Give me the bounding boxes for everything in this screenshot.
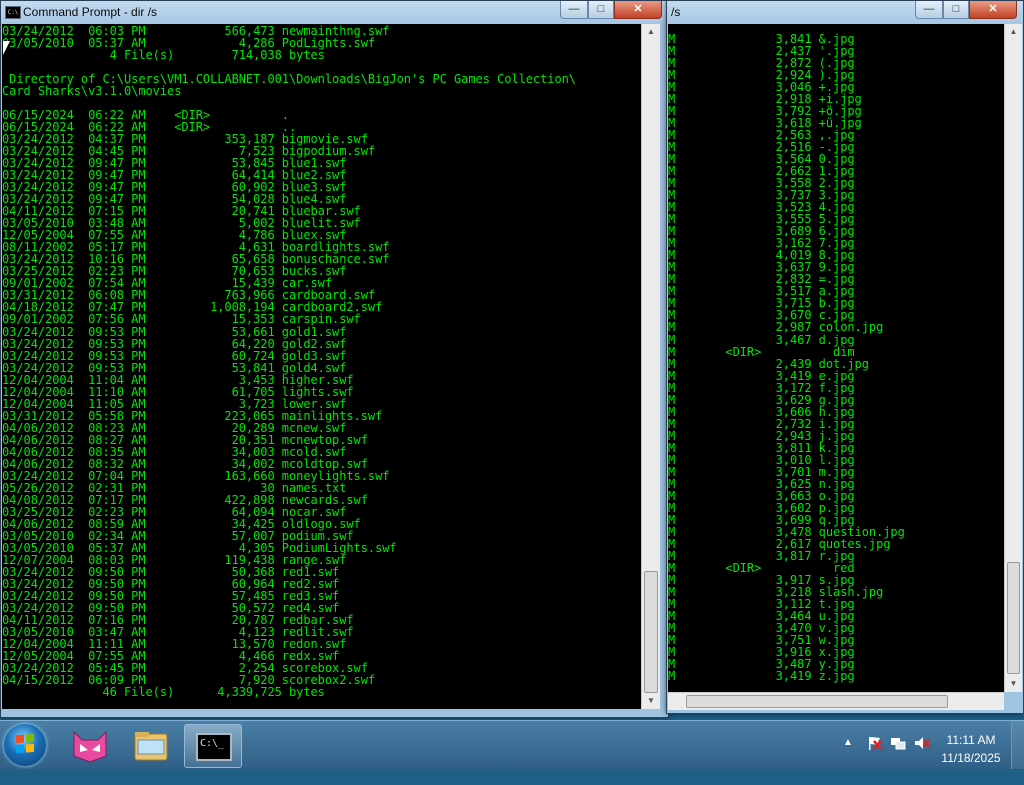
volume-muted-icon[interactable] [914, 735, 930, 751]
vertical-scrollbar[interactable]: ▲ ▼ [641, 24, 660, 709]
folder-icon [134, 732, 168, 761]
console-line: 12/04/2004 11:04 AM 3,453 higher.swf [2, 372, 354, 387]
scrollbar-thumb[interactable] [686, 695, 948, 708]
console-line: 03/25/2012 02:23 PM 64,094 nocar.swf [2, 504, 347, 519]
show-desktop-button[interactable] [1011, 721, 1024, 769]
console-line: M 3,602 p.jpg [668, 500, 855, 515]
console-line: 03/31/2012 05:58 PM 223,065 mainlights.s… [2, 408, 383, 423]
command-prompt-window-2[interactable]: /s — □ ✕ M 3,841 &.jpg M 2,437 '.jpg M 2,8… [666, 0, 1024, 714]
console-line: 12/04/2004 11:10 AM 61,705 lights.swf [2, 384, 354, 399]
console-line: 03/24/2012 09:53 PM 53,841 gold4.swf [2, 360, 347, 375]
scrollbar-thumb[interactable] [644, 571, 658, 693]
console-line: M 3,663 o.jpg [668, 488, 855, 503]
console-line: M 3,478 question.jpg [668, 524, 905, 539]
close-button[interactable]: ✕ [614, 1, 662, 19]
console-line: M 3,172 f.jpg [668, 380, 855, 395]
console-line: 4 File(s) 714,038 bytes [2, 48, 325, 63]
command-prompt-taskbar-button[interactable]: C:\_ [184, 724, 242, 768]
vertical-scrollbar[interactable]: ▲ ▼ [1004, 24, 1022, 692]
cat-face-icon [73, 730, 107, 763]
network-icon[interactable] [890, 735, 906, 751]
console-line: M <DIR> dim [668, 344, 855, 359]
action-center-flag-icon[interactable] [866, 735, 882, 751]
console-line: 05/26/2012 02:31 PM 30 names.txt [2, 480, 347, 495]
console-line: M 3,811 k.jpg [668, 440, 855, 455]
console-line: M 2,943 j.jpg [668, 428, 855, 443]
console-line: M 2,987 colon.jpg [668, 320, 884, 335]
console-line: M 3,010 l.jpg [668, 452, 855, 467]
title-bar[interactable]: C:\ Command Prompt - dir /s — □ ✕ [1, 1, 668, 24]
console-line: M 3,606 h.jpg [668, 404, 855, 419]
console-line: 04/06/2012 08:59 AM 34,425 oldlogo.swf [2, 516, 361, 531]
start-button[interactable] [4, 724, 46, 766]
cat-app-button[interactable] [62, 724, 118, 766]
scroll-down-arrow-icon[interactable]: ▼ [642, 693, 660, 709]
scroll-up-arrow-icon[interactable]: ▲ [1005, 24, 1022, 40]
console-line: M 3,467 d.jpg [668, 332, 855, 347]
console-line: M 2,732 i.jpg [668, 416, 855, 431]
console-line: 03/24/2012 09:53 PM 53,661 gold1.swf [2, 324, 347, 339]
horizontal-scrollbar[interactable] [668, 692, 1004, 710]
command-prompt-window[interactable]: C:\ Command Prompt - dir /s — □ ✕ 03/24/… [0, 0, 669, 718]
console-icon: C:\ [5, 6, 21, 19]
window-title: /s [671, 5, 681, 19]
console-line: M 3,419 z.jpg [668, 669, 855, 684]
console-line: Card Sharks\v3.1.0\movies [2, 84, 182, 99]
mouse-pointer-icon [3, 41, 10, 55]
maximize-button[interactable]: □ [943, 1, 969, 19]
title-bar[interactable]: /s — □ ✕ [667, 1, 1023, 24]
console-line: 03/24/2012 09:53 PM 60,724 gold3.swf [2, 348, 347, 363]
maximize-button[interactable]: □ [588, 1, 614, 19]
console-line: 04/06/2012 08:23 AM 20,289 mcnew.swf [2, 420, 347, 435]
explorer-button[interactable] [123, 724, 179, 766]
close-button[interactable]: ✕ [969, 1, 1017, 19]
scrollbar-thumb[interactable] [1007, 562, 1020, 674]
clock-time[interactable]: 11:11 AM [940, 733, 1002, 747]
console-output[interactable]: M 3,841 &.jpg M 2,437 '.jpg M 2,872 (.jpg M… [668, 24, 1004, 692]
console-line: M 3,701 m.jpg [668, 464, 855, 479]
show-hidden-icons-arrow-icon[interactable]: ▲ [843, 737, 853, 785]
console-line: 46 File(s) 4,339,725 bytes [2, 685, 325, 700]
console-line: 04/06/2012 08:32 AM 34,002 mcoldtop.swf [2, 456, 368, 471]
console-output[interactable]: 03/24/2012 06:03 PM 566,473 newmainthng.… [2, 24, 641, 709]
console-line: 09/01/2002 07:56 AM 15,353 carspin.swf [2, 312, 361, 327]
console-icon: C:\_ [196, 733, 232, 761]
console-line: 03/24/2012 09:53 PM 64,220 gold2.swf [2, 336, 347, 351]
console-line: M 2,439 dot.jpg [668, 356, 869, 371]
clock-date[interactable]: 11/18/2025 [940, 751, 1002, 765]
taskbar: C:\_ ▲ 11:11 AM 11/18/2025 [0, 720, 1024, 769]
windows-logo-icon [16, 733, 34, 754]
scroll-down-arrow-icon[interactable]: ▼ [1005, 676, 1022, 692]
console-line: 12/04/2004 11:05 AM 3,723 lower.swf [2, 396, 347, 411]
console-line: 04/08/2012 07:17 PM 422,898 newcards.swf [2, 492, 368, 507]
console-line: M 3,699 q.jpg [668, 512, 855, 527]
console-line: M 3,629 g.jpg [668, 392, 855, 407]
console-line: M 3,625 n.jpg [668, 476, 855, 491]
scroll-up-arrow-icon[interactable]: ▲ [642, 24, 660, 40]
console-line: 04/06/2012 08:27 AM 20,351 mcnewtop.swf [2, 432, 368, 447]
console-line: 03/24/2012 07:04 PM 163,660 moneylights.… [2, 468, 390, 483]
console-line: 04/06/2012 08:35 AM 34,003 mcold.swf [2, 444, 347, 459]
minimize-button[interactable]: — [560, 1, 588, 19]
window-title: Command Prompt - dir /s [23, 5, 158, 19]
console-line: M 3,419 e.jpg [668, 368, 855, 383]
minimize-button[interactable]: — [915, 1, 943, 19]
